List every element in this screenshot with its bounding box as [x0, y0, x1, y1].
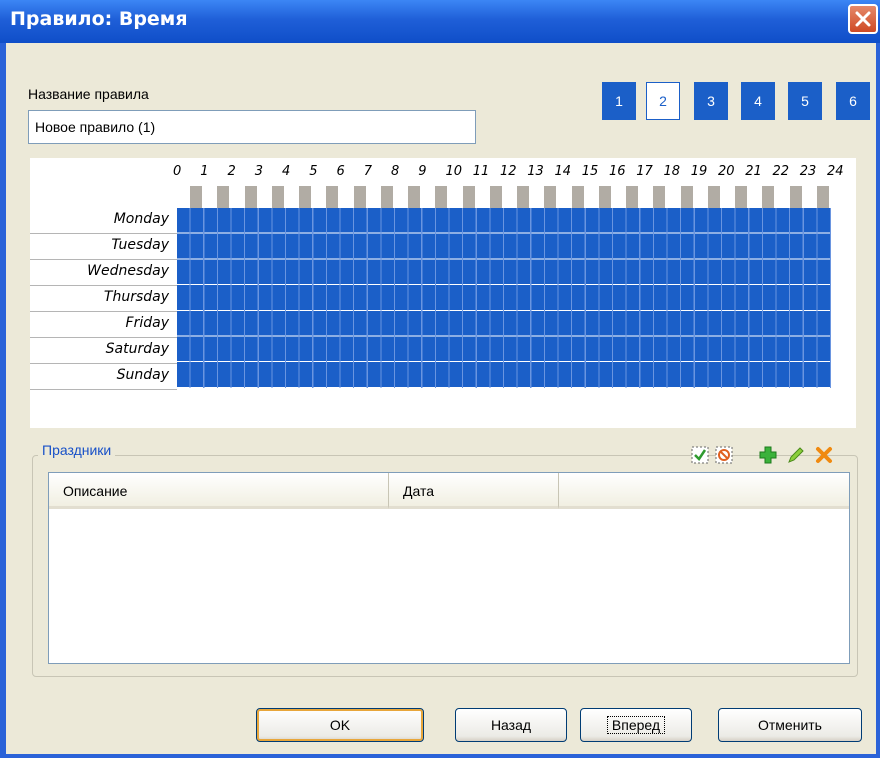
- hour-selector[interactable]: [626, 186, 638, 208]
- holidays-list[interactable]: Описание Дата: [48, 472, 850, 664]
- hour-selector[interactable]: [435, 186, 448, 208]
- check-all-icon[interactable]: [690, 445, 710, 465]
- hour-selector[interactable]: [244, 186, 257, 208]
- ok-button-label: OK: [329, 717, 351, 733]
- day-row-tuesday: Tuesday: [30, 234, 177, 260]
- day-row-friday: Friday: [30, 312, 177, 338]
- hour-label: 23: [799, 164, 817, 179]
- day-label: Monday: [113, 211, 169, 227]
- day-row-wednesday: Wednesday: [30, 260, 177, 286]
- hour-label: 6: [336, 164, 345, 179]
- next-button-label: Вперед: [606, 716, 666, 734]
- hour-selector[interactable]: [571, 186, 584, 208]
- hour-selector[interactable]: [489, 186, 502, 208]
- day-label: Wednesday: [87, 263, 169, 279]
- page-5-button[interactable]: 5: [788, 82, 822, 120]
- holidays-title: Праздники: [38, 442, 116, 458]
- hour-label: 16: [609, 164, 626, 179]
- hour-label: 8: [391, 164, 400, 179]
- cancel-button[interactable]: Отменить: [718, 708, 862, 742]
- hour-label: 9: [418, 164, 427, 179]
- hour-selector[interactable]: [271, 186, 284, 208]
- hour-label: 10: [445, 164, 463, 179]
- hour-selector[interactable]: [789, 186, 802, 208]
- hour-label: 4: [282, 164, 291, 179]
- hour-selector[interactable]: [762, 186, 775, 208]
- hour-selector[interactable]: [707, 186, 720, 208]
- close-icon: [855, 11, 871, 27]
- hour-selector[interactable]: [544, 186, 557, 208]
- hour-label: 5: [309, 164, 318, 179]
- edit-icon[interactable]: [786, 445, 806, 465]
- hour-selector[interactable]: [735, 186, 747, 208]
- day-row-thursday: Thursday: [30, 286, 177, 312]
- hour-selector[interactable]: [217, 186, 230, 208]
- hour-selector[interactable]: [598, 186, 611, 208]
- weekly-schedule: Monday Tuesday Wednesday Thursday Friday…: [30, 158, 856, 428]
- page-6-button[interactable]: 6: [836, 82, 870, 120]
- hour-selector[interactable]: [517, 186, 529, 208]
- back-button-label: Назад: [490, 717, 532, 733]
- delete-icon[interactable]: [814, 445, 834, 465]
- hour-label: 14: [554, 164, 572, 179]
- uncheck-all-icon[interactable]: [714, 445, 734, 465]
- hour-label: 20: [718, 164, 735, 179]
- hour-label: 15: [581, 164, 599, 179]
- cancel-button-label: Отменить: [758, 717, 822, 733]
- hour-label: 11: [472, 164, 490, 179]
- day-label: Saturday: [105, 341, 169, 357]
- title-bar[interactable]: Правило: Время: [0, 0, 880, 43]
- rule-name-input[interactable]: [28, 110, 476, 144]
- hour-label: 1: [200, 164, 209, 179]
- day-row-monday: Monday: [30, 208, 177, 234]
- window-title: Правило: Время: [10, 8, 188, 30]
- column-header-description[interactable]: Описание: [49, 473, 389, 509]
- hour-label: 3: [254, 164, 264, 179]
- day-label: Tuesday: [111, 237, 169, 253]
- hour-selector[interactable]: [462, 186, 475, 208]
- hour-selector[interactable]: [816, 186, 829, 208]
- hour-selector[interactable]: [653, 186, 666, 208]
- hour-selector[interactable]: [299, 186, 311, 208]
- day-row-saturday: Saturday: [30, 338, 177, 364]
- hour-selector[interactable]: [380, 186, 393, 208]
- page-2-button[interactable]: 2: [646, 82, 680, 120]
- page-4-button[interactable]: 4: [741, 82, 775, 120]
- column-header-filler: [559, 473, 849, 509]
- back-button[interactable]: Назад: [455, 708, 567, 742]
- schedule-grid[interactable]: [177, 208, 831, 388]
- page-3-button[interactable]: 3: [694, 82, 728, 120]
- day-row-sunday: Sunday: [30, 364, 177, 390]
- hour-label: 22: [772, 164, 790, 179]
- next-button[interactable]: Вперед: [580, 708, 692, 742]
- day-label: Thursday: [103, 289, 169, 305]
- rule-name-label: Название правила: [28, 86, 149, 102]
- hour-label: 19: [690, 164, 708, 179]
- hour-selector[interactable]: [326, 186, 339, 208]
- hour-label: 24: [827, 164, 844, 179]
- hour-label: 18: [663, 164, 681, 179]
- hour-label: 21: [745, 164, 762, 179]
- close-button[interactable]: [848, 4, 878, 34]
- hour-label: 7: [363, 164, 373, 179]
- hour-selector[interactable]: [190, 186, 202, 208]
- column-header-date[interactable]: Дата: [389, 473, 559, 509]
- page-1-button[interactable]: 1: [602, 82, 636, 120]
- hour-selector[interactable]: [408, 186, 420, 208]
- hour-label: 17: [636, 164, 653, 179]
- hour-selector[interactable]: [680, 186, 693, 208]
- hour-label: 0: [173, 164, 182, 179]
- day-label: Friday: [125, 315, 169, 331]
- hour-label: 2: [227, 164, 236, 179]
- hour-label: 12: [500, 164, 517, 179]
- hour-label: 13: [527, 164, 544, 179]
- day-label: Sunday: [116, 367, 169, 383]
- hour-selector[interactable]: [353, 186, 366, 208]
- ok-button[interactable]: OK: [256, 708, 424, 742]
- add-icon[interactable]: [758, 445, 778, 465]
